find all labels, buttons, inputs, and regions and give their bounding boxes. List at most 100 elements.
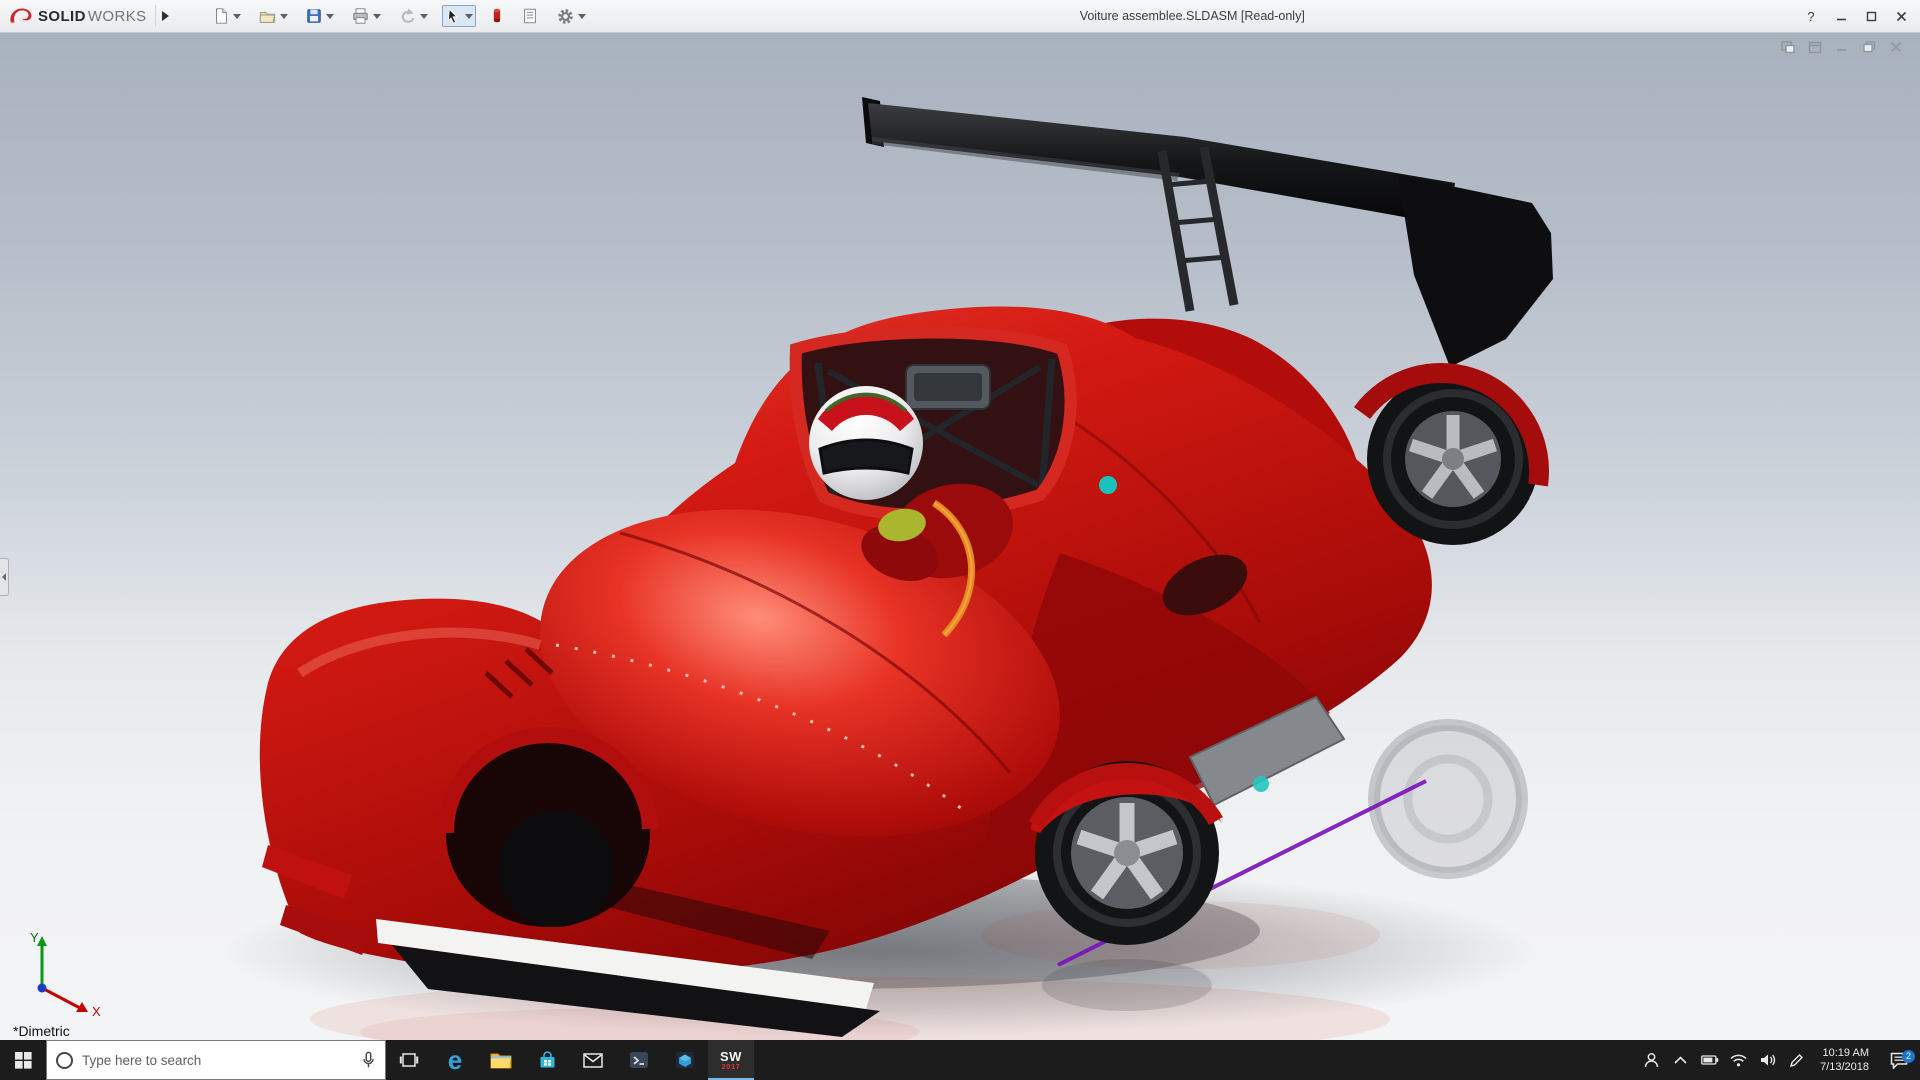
feature-manager-collapsed-tab[interactable] <box>0 558 9 596</box>
menu-expand-button[interactable] <box>155 5 175 27</box>
taskbar-app-store[interactable] <box>524 1040 570 1080</box>
dropdown-caret-icon <box>420 14 428 19</box>
show-window-icon <box>1808 41 1822 54</box>
options-button[interactable] <box>553 5 589 28</box>
doc-restore-icon <box>1863 41 1876 53</box>
notification-badge: 2 <box>1902 1050 1915 1063</box>
file-explorer-icon <box>490 1051 512 1069</box>
system-tray: 10:19 AM 7/13/2018 2 <box>1637 1040 1920 1080</box>
pen-icon <box>1789 1053 1804 1068</box>
orientation-triad: Y X <box>6 928 106 1018</box>
dropdown-caret-icon <box>578 14 586 19</box>
search-input[interactable] <box>82 1053 352 1068</box>
dropdown-caret-icon <box>465 14 473 19</box>
cortana-icon <box>56 1052 73 1069</box>
windows-ink-button[interactable] <box>1782 1040 1811 1080</box>
terminal-icon <box>629 1050 649 1070</box>
window-controls: ? <box>1796 0 1916 32</box>
print-button[interactable] <box>348 5 384 27</box>
taskbar-app-file-explorer[interactable] <box>478 1040 524 1080</box>
microphone-icon[interactable] <box>361 1051 376 1069</box>
doc-minimize-icon <box>1836 41 1848 53</box>
mail-icon <box>583 1053 603 1068</box>
start-button[interactable] <box>0 1040 46 1080</box>
title-bar: SOLIDWORKS <box>0 0 1920 33</box>
close-button[interactable] <box>1886 0 1916 32</box>
file-properties-icon <box>521 7 539 25</box>
new-window-icon <box>1781 41 1795 54</box>
hidden-icons-button[interactable] <box>1666 1040 1695 1080</box>
solidworks-window: SOLIDWORKS <box>0 0 1920 1080</box>
select-tool-button[interactable] <box>442 5 476 27</box>
triad-y-label: Y <box>30 930 39 945</box>
doc-show-window-button[interactable] <box>1805 38 1825 56</box>
speaker-icon <box>1760 1053 1776 1067</box>
taskbar-app-edge[interactable]: e <box>432 1040 478 1080</box>
doc-close-icon <box>1890 41 1902 53</box>
minimize-icon <box>1836 11 1847 22</box>
open-button[interactable] <box>255 5 291 27</box>
select-cursor-icon <box>445 7 462 25</box>
taskbar-app-edrawings[interactable] <box>662 1040 708 1080</box>
taskbar-app-mail[interactable] <box>570 1040 616 1080</box>
doc-new-window-button[interactable] <box>1778 38 1798 56</box>
store-icon <box>538 1051 557 1070</box>
undo-button[interactable] <box>395 5 431 27</box>
display-settings-button[interactable] <box>487 5 507 27</box>
network-button[interactable] <box>1724 1040 1753 1080</box>
wifi-icon <box>1730 1054 1747 1067</box>
help-button[interactable]: ? <box>1796 0 1826 32</box>
print-icon <box>351 7 370 25</box>
doc-minimize-button[interactable] <box>1832 38 1852 56</box>
taskbar-app-terminal[interactable] <box>616 1040 662 1080</box>
close-icon <box>1896 11 1907 22</box>
file-properties-button[interactable] <box>518 5 542 27</box>
windows-logo-icon <box>15 1052 32 1069</box>
open-folder-icon <box>258 7 277 25</box>
maximize-icon <box>1866 11 1877 22</box>
new-document-button[interactable] <box>209 5 244 27</box>
document-title: Voiture assemblee.SLDASM [Read-only] <box>589 9 1796 23</box>
volume-button[interactable] <box>1753 1040 1782 1080</box>
doc-close-button[interactable] <box>1886 38 1906 56</box>
triad-x-label: X <box>92 1004 101 1018</box>
save-floppy-icon <box>305 7 323 25</box>
task-view-button[interactable] <box>386 1040 432 1080</box>
options-gear-icon <box>556 7 575 26</box>
main-toolbar <box>209 0 589 32</box>
helmet-visor <box>820 440 912 473</box>
graphics-viewport[interactable]: Y X *Dimetric <box>0 33 1920 1040</box>
task-view-icon <box>399 1052 419 1068</box>
save-button[interactable] <box>302 5 337 27</box>
driver-helmet[interactable] <box>809 386 923 500</box>
dropdown-caret-icon <box>233 14 241 19</box>
maximize-button[interactable] <box>1856 0 1886 32</box>
taskbar: e <box>0 1040 1920 1080</box>
edrawings-icon <box>675 1050 695 1070</box>
people-icon <box>1643 1052 1660 1068</box>
doc-restore-button[interactable] <box>1859 38 1879 56</box>
view-orientation-label: *Dimetric <box>13 1023 70 1039</box>
undo-arrow-icon <box>398 7 417 25</box>
taskbar-search-box[interactable] <box>46 1040 386 1080</box>
front-left-wheel-arch[interactable] <box>446 735 650 927</box>
brand-solid: SOLID <box>38 8 86 25</box>
action-center-button[interactable]: 2 <box>1878 1052 1920 1069</box>
minimize-button[interactable] <box>1826 0 1856 32</box>
document-window-controls <box>1778 38 1906 56</box>
dropdown-caret-icon <box>326 14 334 19</box>
dassault-swoosh-icon <box>8 5 36 27</box>
clock-time: 10:19 AM <box>1823 1046 1869 1060</box>
expand-arrow-icon <box>161 11 169 21</box>
dropdown-caret-icon <box>373 14 381 19</box>
3d-scene[interactable] <box>0 33 1920 1040</box>
solidworks-taskbar-icon: SW 2017 <box>720 1050 742 1071</box>
people-button[interactable] <box>1637 1040 1666 1080</box>
taskbar-clock[interactable]: 10:19 AM 7/13/2018 <box>1811 1046 1878 1074</box>
battery-button[interactable] <box>1695 1040 1724 1080</box>
new-document-icon <box>212 7 230 25</box>
battery-icon <box>1701 1055 1719 1065</box>
clock-date: 7/13/2018 <box>1820 1060 1869 1074</box>
solidworks-logo: SOLIDWORKS <box>8 5 147 27</box>
taskbar-app-solidworks[interactable]: SW 2017 <box>708 1040 754 1080</box>
